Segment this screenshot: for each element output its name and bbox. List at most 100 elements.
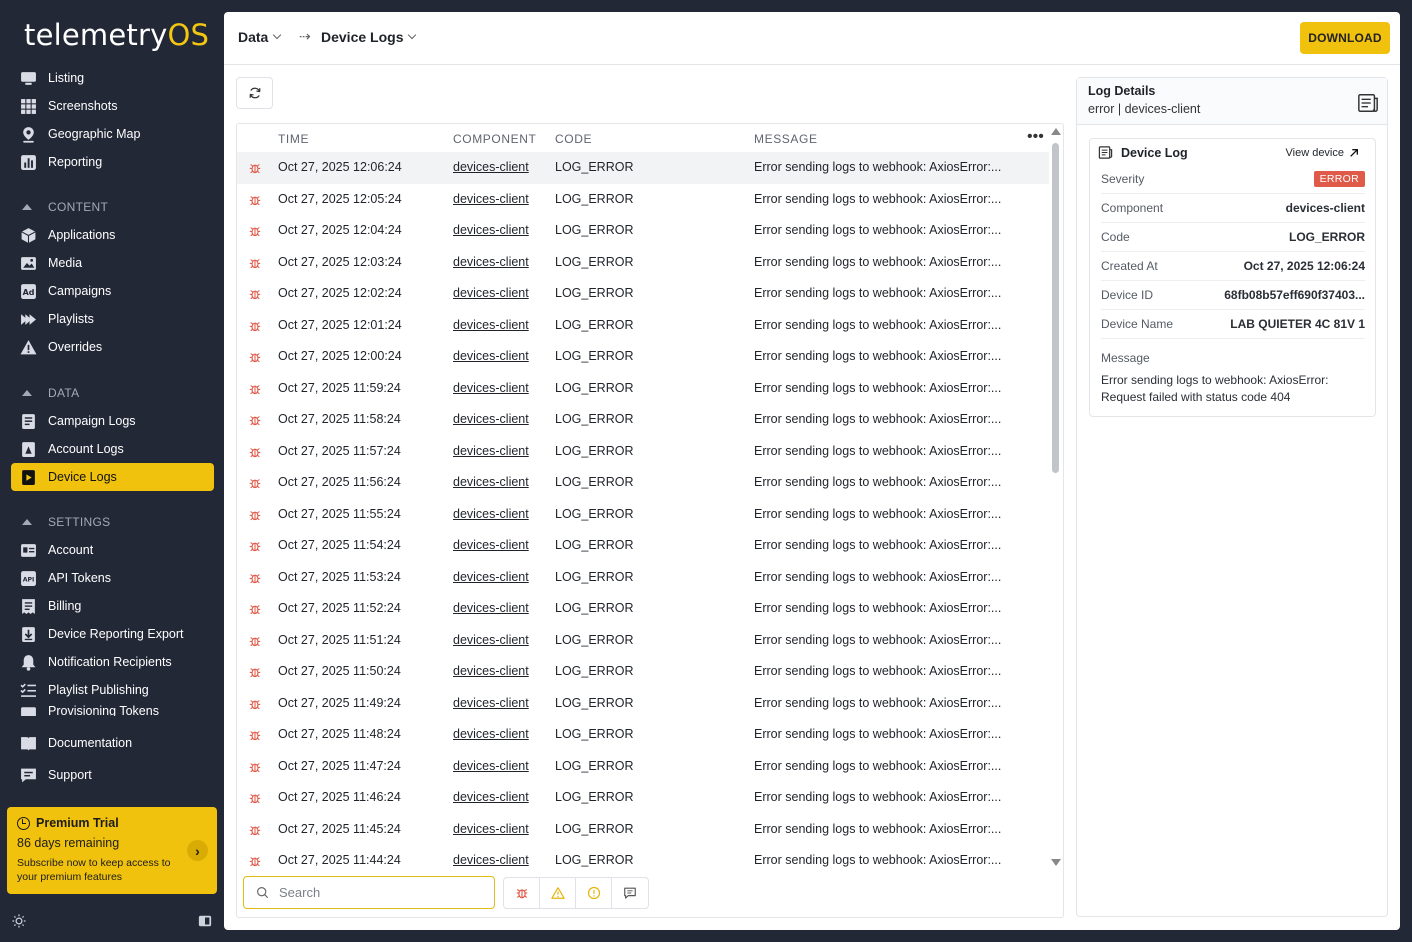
breadcrumb-data[interactable]: Data bbox=[238, 29, 282, 45]
sidebar-item-campaign-logs[interactable]: Campaign Logs bbox=[11, 407, 214, 435]
row-component-link[interactable]: devices-client bbox=[453, 412, 529, 426]
row-component-link[interactable]: devices-client bbox=[453, 633, 529, 647]
table-row[interactable]: Oct 27, 2025 11:59:24 devices-client LOG_E… bbox=[237, 373, 1049, 405]
scroll-down-icon[interactable] bbox=[1051, 859, 1061, 866]
table-scrollbar[interactable] bbox=[1050, 128, 1062, 873]
sidebar-item-device-reporting-export[interactable]: Device Reporting Export bbox=[11, 620, 214, 648]
filter-warning-button[interactable] bbox=[540, 878, 576, 908]
bug-icon bbox=[248, 193, 262, 207]
table-row[interactable]: Oct 27, 2025 11:57:24 devices-client LOG_E… bbox=[237, 436, 1049, 468]
sidebar-item-account-logs[interactable]: Account Logs bbox=[11, 435, 214, 463]
filter-error-button[interactable] bbox=[504, 878, 540, 908]
sidebar-item-support[interactable]: Support bbox=[11, 761, 214, 789]
row-component-link[interactable]: devices-client bbox=[453, 286, 529, 300]
row-component-link[interactable]: devices-client bbox=[453, 538, 529, 552]
chevron-down-icon bbox=[273, 30, 282, 40]
section-content[interactable]: CONTENT bbox=[20, 200, 108, 214]
sidebar-item-playlist-publishing[interactable]: Playlist Publishing bbox=[11, 676, 214, 704]
table-row[interactable]: Oct 27, 2025 11:46:24 devices-client LOG_E… bbox=[237, 782, 1049, 814]
sidebar-item-applications[interactable]: Applications bbox=[11, 221, 214, 249]
row-component-link[interactable]: devices-client bbox=[453, 192, 529, 206]
row-component-link[interactable]: devices-client bbox=[453, 790, 529, 804]
sidebar-item-billing[interactable]: Billing bbox=[11, 592, 214, 620]
refresh-button[interactable] bbox=[236, 77, 273, 109]
row-component-link[interactable]: devices-client bbox=[453, 601, 529, 615]
sidebar-item-documentation[interactable]: Documentation bbox=[11, 729, 214, 757]
table-row[interactable]: Oct 27, 2025 11:58:24 devices-client LOG_E… bbox=[237, 404, 1049, 436]
sidebar-item-playlists[interactable]: Playlists bbox=[11, 305, 214, 333]
row-component-link[interactable]: devices-client bbox=[453, 349, 529, 363]
sidebar-item-label: Overrides bbox=[48, 340, 103, 354]
table-row[interactable]: Oct 27, 2025 11:44:24 devices-client LOG_E… bbox=[237, 845, 1049, 877]
brand-logo[interactable]: telemetryOS bbox=[24, 18, 209, 52]
sidebar-item-device-logs[interactable]: Device Logs bbox=[11, 463, 214, 491]
sidebar-item-account[interactable]: Account bbox=[11, 536, 214, 564]
sidebar-item-api-tokens[interactable]: API API Tokens bbox=[11, 564, 214, 592]
row-code: LOG_ERROR bbox=[555, 475, 634, 489]
section-data[interactable]: DATA bbox=[20, 386, 79, 400]
scroll-thumb[interactable] bbox=[1052, 143, 1059, 473]
column-component[interactable]: COMPONENT bbox=[453, 132, 536, 146]
sidebar-item-reporting[interactable]: Reporting bbox=[11, 148, 214, 176]
premium-trial-banner[interactable]: Premium Trial 86 days remaining Subscrib… bbox=[7, 807, 217, 894]
sidebar-item-campaigns[interactable]: Ad Campaigns bbox=[11, 277, 214, 305]
table-row[interactable]: Oct 27, 2025 11:47:24 devices-client LOG_E… bbox=[237, 751, 1049, 783]
more-options-icon[interactable]: ••• bbox=[1027, 128, 1044, 146]
row-component-link[interactable]: devices-client bbox=[453, 570, 529, 584]
search-input[interactable] bbox=[279, 885, 479, 900]
chevron-right-icon[interactable]: › bbox=[187, 840, 208, 861]
sidebar-item-media[interactable]: Media bbox=[11, 249, 214, 277]
column-time[interactable]: TIME bbox=[278, 132, 309, 146]
section-settings[interactable]: SETTINGS bbox=[20, 515, 110, 529]
collapse-sidebar-icon[interactable] bbox=[198, 914, 212, 928]
sidebar-item-overrides[interactable]: Overrides bbox=[11, 333, 214, 361]
row-component-link[interactable]: devices-client bbox=[453, 696, 529, 710]
table-row[interactable]: Oct 27, 2025 11:48:24 devices-client LOG_E… bbox=[237, 719, 1049, 751]
row-component-link[interactable]: devices-client bbox=[453, 160, 529, 174]
filter-info-button[interactable] bbox=[576, 878, 612, 908]
table-row[interactable]: Oct 27, 2025 12:04:24 devices-client LOG_E… bbox=[237, 215, 1049, 247]
table-row[interactable]: Oct 27, 2025 11:51:24 devices-client LOG_E… bbox=[237, 625, 1049, 657]
row-component-link[interactable]: devices-client bbox=[453, 475, 529, 489]
row-component-link[interactable]: devices-client bbox=[453, 507, 529, 521]
scroll-up-icon[interactable] bbox=[1051, 128, 1061, 135]
row-component-link[interactable]: devices-client bbox=[453, 664, 529, 678]
table-row[interactable]: Oct 27, 2025 11:49:24 devices-client LOG_E… bbox=[237, 688, 1049, 720]
row-component-link[interactable]: devices-client bbox=[453, 223, 529, 237]
breadcrumb-device-logs[interactable]: Device Logs bbox=[321, 29, 417, 45]
table-row[interactable]: Oct 27, 2025 12:01:24 devices-client LOG_E… bbox=[237, 310, 1049, 342]
sidebar-item-notification-recipients[interactable]: Notification Recipients bbox=[11, 648, 214, 676]
row-component-link[interactable]: devices-client bbox=[453, 853, 529, 867]
table-row[interactable]: Oct 27, 2025 11:56:24 devices-client LOG_E… bbox=[237, 467, 1049, 499]
table-row[interactable]: Oct 27, 2025 11:54:24 devices-client LOG_E… bbox=[237, 530, 1049, 562]
theme-toggle-icon[interactable] bbox=[12, 914, 26, 928]
table-row[interactable]: Oct 27, 2025 11:50:24 devices-client LOG_E… bbox=[237, 656, 1049, 688]
row-component-link[interactable]: devices-client bbox=[453, 255, 529, 269]
table-row[interactable]: Oct 27, 2025 11:52:24 devices-client LOG_E… bbox=[237, 593, 1049, 625]
column-code[interactable]: CODE bbox=[555, 132, 592, 146]
column-message[interactable]: MESSAGE bbox=[754, 132, 818, 146]
row-component-link[interactable]: devices-client bbox=[453, 381, 529, 395]
document-icon[interactable] bbox=[1357, 92, 1379, 117]
filter-message-button[interactable] bbox=[612, 878, 648, 908]
table-row[interactable]: Oct 27, 2025 11:53:24 devices-client LOG_E… bbox=[237, 562, 1049, 594]
table-row[interactable]: Oct 27, 2025 11:45:24 devices-client LOG_E… bbox=[237, 814, 1049, 846]
row-component-link[interactable]: devices-client bbox=[453, 318, 529, 332]
view-device-link[interactable]: View device bbox=[1286, 147, 1360, 159]
sidebar-item-listing[interactable]: Listing bbox=[11, 64, 214, 92]
search-box[interactable] bbox=[243, 876, 495, 909]
row-component-link[interactable]: devices-client bbox=[453, 727, 529, 741]
sidebar-item-screenshots[interactable]: Screenshots bbox=[11, 92, 214, 120]
row-component-link[interactable]: devices-client bbox=[453, 444, 529, 458]
row-component-link[interactable]: devices-client bbox=[453, 759, 529, 773]
table-row[interactable]: Oct 27, 2025 11:55:24 devices-client LOG_E… bbox=[237, 499, 1049, 531]
table-row[interactable]: Oct 27, 2025 12:02:24 devices-client LOG_E… bbox=[237, 278, 1049, 310]
table-row[interactable]: Oct 27, 2025 12:05:24 devices-client LOG_E… bbox=[237, 184, 1049, 216]
table-row[interactable]: Oct 27, 2025 12:06:24 devices-client LOG_E… bbox=[237, 152, 1049, 184]
sidebar-item-provisioning-tokens[interactable]: Provisioning Tokens bbox=[11, 704, 214, 716]
sidebar-item-geographic-map[interactable]: Geographic Map bbox=[11, 120, 214, 148]
row-component-link[interactable]: devices-client bbox=[453, 822, 529, 836]
table-row[interactable]: Oct 27, 2025 12:03:24 devices-client LOG_E… bbox=[237, 247, 1049, 279]
download-button[interactable]: DOWNLOAD bbox=[1300, 22, 1390, 54]
table-row[interactable]: Oct 27, 2025 12:00:24 devices-client LOG_E… bbox=[237, 341, 1049, 373]
